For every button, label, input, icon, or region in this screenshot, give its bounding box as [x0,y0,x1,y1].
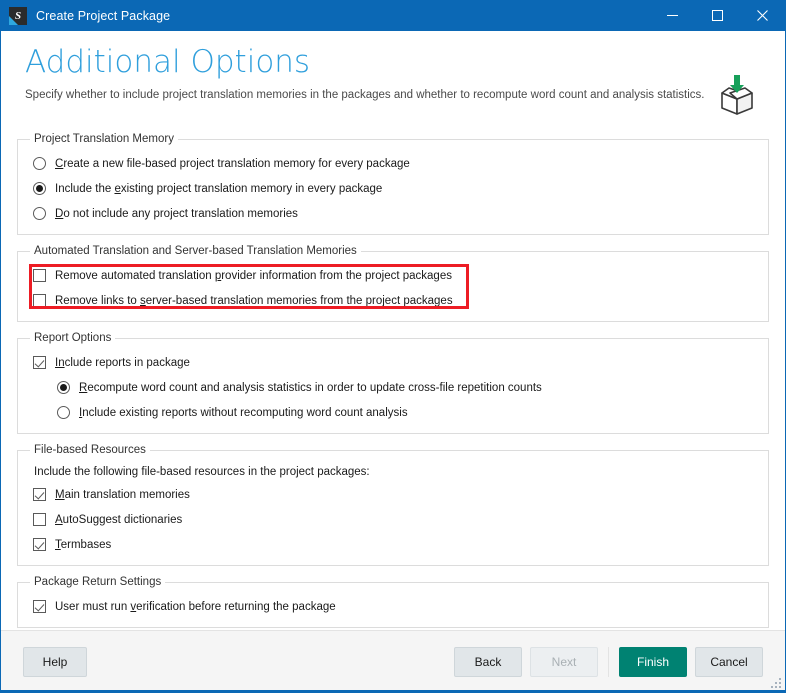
option-create-new-file-based-tm[interactable]: Create a new file-based project translat… [28,151,758,176]
option-include-existing-tm[interactable]: Include the existing project translation… [28,176,758,201]
radio-include-existing-tm[interactable] [33,182,46,195]
radio-recompute-word-count[interactable] [57,381,70,394]
sdl-trados-app-icon: S [9,6,27,25]
group-legend: Report Options [34,332,112,344]
group-report-options: Report Options Include reports in packag… [17,332,769,434]
checkbox-include-reports-in-package[interactable] [33,356,46,369]
radio-create-new-file-based-tm[interactable] [33,157,46,170]
option-label: Recompute word count and analysis statis… [79,381,542,394]
checkbox-main-translation-memories[interactable] [33,488,46,501]
option-remove-automated-translation-provider[interactable]: Remove automated translation provider in… [28,263,758,288]
group-automated-translation-and-server-tms: Automated Translation and Server-based T… [17,245,769,322]
checkbox-remove-server-tm-links[interactable] [33,294,46,307]
group-legend: File-based Resources [34,444,146,456]
option-main-translation-memories[interactable]: Main translation memories [28,482,758,507]
option-include-reports-in-package[interactable]: Include reports in package [28,350,758,375]
group-project-translation-memory: Project Translation Memory Create a new … [17,133,769,235]
option-label: Include the existing project translation… [55,182,383,195]
option-label: Create a new file-based project translat… [55,157,410,170]
page-header: Additional Options Specify whether to in… [1,31,785,123]
help-button[interactable]: Help [23,646,87,677]
options-body: Project Translation Memory Create a new … [1,123,785,639]
cancel-button[interactable]: Cancel [695,646,763,677]
resize-grip-icon[interactable] [769,676,782,689]
minimize-icon[interactable] [650,0,695,31]
group-legend: Project Translation Memory [34,133,174,145]
option-label: Include reports in package [55,356,190,369]
next-button: Next [530,646,598,677]
finish-button[interactable]: Finish [619,646,687,677]
page-title: Additional Options [25,44,311,80]
maximize-icon[interactable] [695,0,740,31]
file-based-resources-description: Include the following file-based resourc… [34,466,370,478]
radio-include-existing-reports[interactable] [57,406,70,419]
option-autosuggest-dictionaries[interactable]: AutoSuggest dictionaries [28,507,758,532]
option-remove-server-tm-links[interactable]: Remove links to server-based translation… [28,288,758,313]
checkbox-termbases[interactable] [33,538,46,551]
checkbox-remove-automated-translation-provider[interactable] [33,269,46,282]
group-file-based-resources: File-based Resources Include the followi… [17,444,769,566]
group-legend: Package Return Settings [34,576,162,588]
radio-do-not-include-tm[interactable] [33,207,46,220]
page-subtitle: Specify whether to include project trans… [25,89,705,101]
window-titlebar[interactable]: S Create Project Package [1,0,785,31]
option-label: Remove automated translation provider in… [55,269,452,282]
window-title: Create Project Package [36,8,171,23]
dialog-footer: Help Back Next Finish Cancel [1,630,785,692]
back-button[interactable]: Back [454,646,522,677]
option-label: Include existing reports without recompu… [79,406,408,419]
footer-divider [608,646,609,677]
option-label: AutoSuggest dictionaries [55,513,183,526]
option-termbases[interactable]: Termbases [28,532,758,557]
footer-button-group: Back Next Finish Cancel [454,646,763,677]
group-package-return-settings: Package Return Settings User must run ve… [17,576,769,628]
option-label: Do not include any project translation m… [55,207,298,220]
option-include-existing-reports[interactable]: Include existing reports without recompu… [28,400,758,425]
option-recompute-word-count[interactable]: Recompute word count and analysis statis… [28,375,758,400]
create-project-package-window: S Create Project Package Additional Opti… [0,0,786,693]
checkbox-user-must-run-verification[interactable] [33,600,46,613]
checkbox-autosuggest-dictionaries[interactable] [33,513,46,526]
bottom-accent-line [1,690,785,692]
option-label: Remove links to server-based translation… [55,294,453,307]
window-controls [650,0,785,31]
package-download-icon [715,73,759,117]
group-legend: Automated Translation and Server-based T… [34,245,357,257]
option-label: Main translation memories [55,488,190,501]
option-do-not-include-tm[interactable]: Do not include any project translation m… [28,201,758,226]
option-user-must-run-verification[interactable]: User must run verification before return… [28,594,758,619]
close-icon[interactable] [740,0,785,31]
option-label: User must run verification before return… [55,600,336,613]
option-label: Termbases [55,538,112,551]
